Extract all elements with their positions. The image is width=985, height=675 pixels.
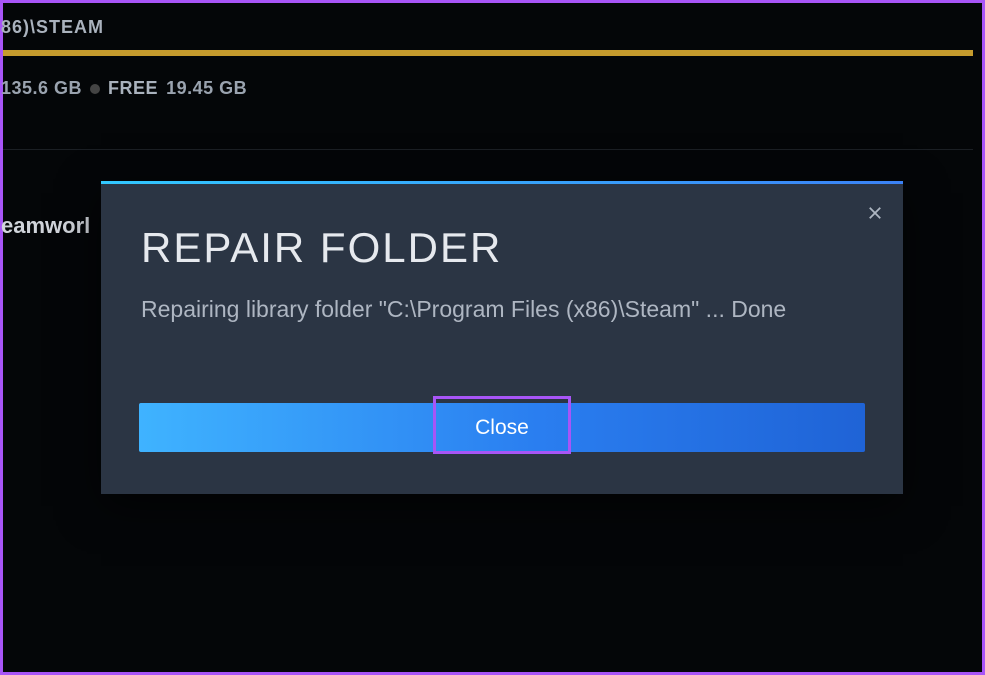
close-button[interactable]: Close (139, 403, 865, 452)
partial-text: eamworl (1, 213, 90, 239)
dot-icon (90, 84, 100, 94)
storage-free-value: 19.45 GB (166, 78, 247, 99)
close-icon[interactable] (861, 199, 889, 227)
repair-folder-dialog: REPAIR FOLDER Repairing library folder "… (101, 181, 903, 494)
dialog-title: REPAIR FOLDER (101, 184, 903, 272)
storage-used-value: 135.6 GB (1, 78, 82, 99)
storage-free-label: FREE (108, 78, 158, 99)
storage-summary: 135.6 GB FREE 19.45 GB (1, 56, 982, 99)
section-divider (3, 149, 973, 150)
library-path: 86)\STEAM (1, 3, 982, 50)
dialog-body-text: Repairing library folder "C:\Program Fil… (101, 272, 903, 325)
